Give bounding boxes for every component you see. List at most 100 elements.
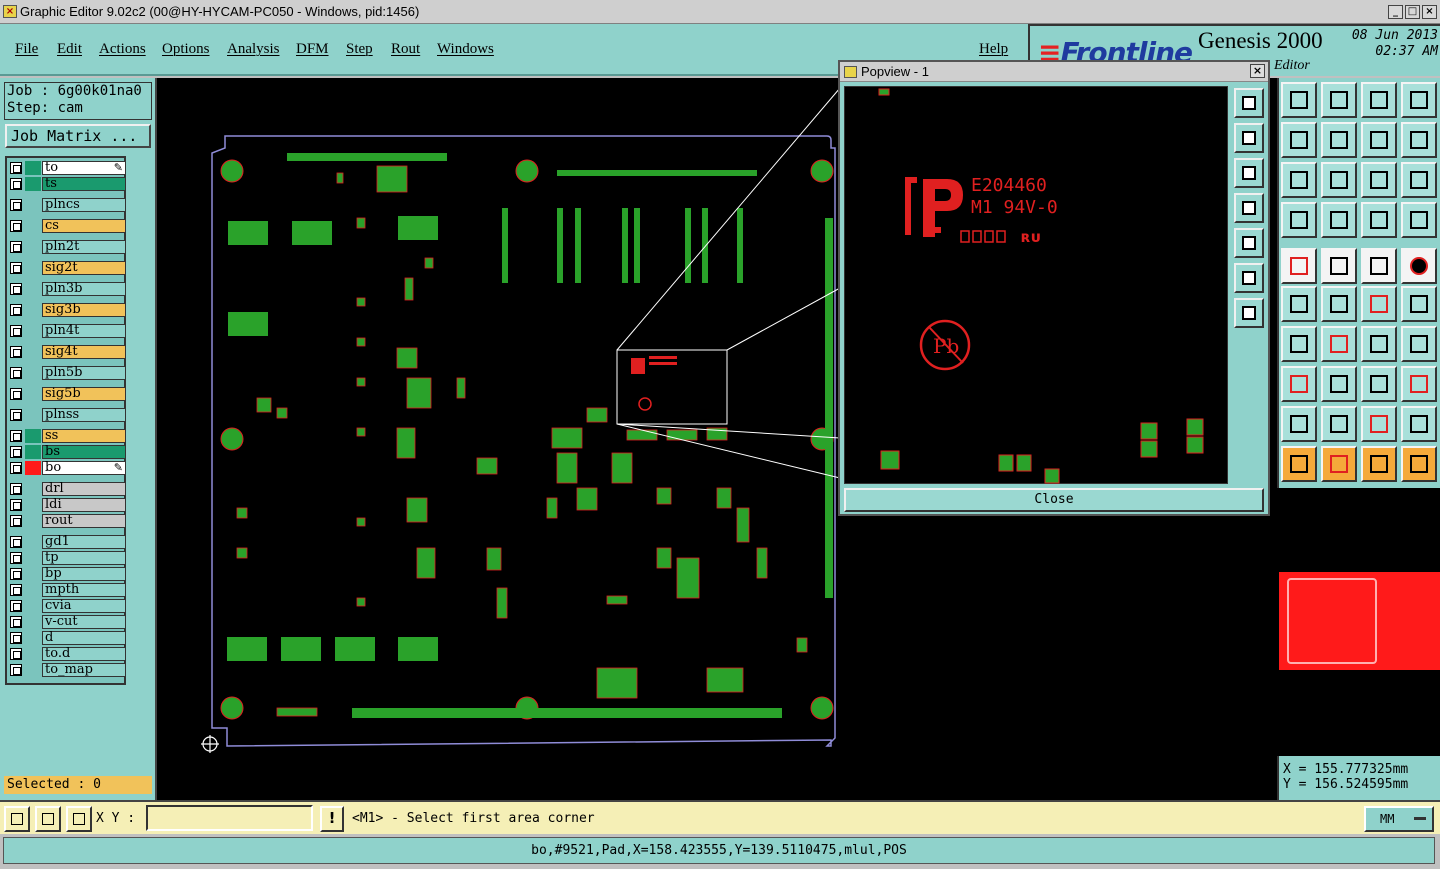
layer-row-ldi[interactable]: ldi [9, 498, 126, 512]
layer-color-swatch[interactable] [25, 461, 41, 475]
menu-edit[interactable]: Edit [57, 41, 82, 58]
scale-1-2-icon[interactable] [1361, 162, 1397, 198]
group-icon[interactable] [1401, 366, 1437, 402]
zoom-out-icon[interactable] [1234, 158, 1264, 188]
layer-row-pln2t[interactable]: pln2t [9, 240, 126, 254]
fit-icon[interactable] [1234, 263, 1264, 293]
layer-color-swatch[interactable] [25, 177, 41, 191]
line-icon[interactable] [1321, 248, 1357, 284]
menu-help[interactable]: Help [979, 41, 1008, 58]
layer-name[interactable]: sig2t [42, 261, 126, 275]
menu-rout[interactable]: Rout [391, 41, 420, 58]
redraw-icon[interactable] [1401, 122, 1437, 158]
select-arrow-icon[interactable] [1281, 446, 1317, 482]
polygon-side-icon[interactable] [1401, 406, 1437, 442]
layer-checkbox[interactable] [10, 430, 22, 442]
diagonal-icon[interactable] [1321, 326, 1357, 362]
layer-checkbox[interactable] [10, 600, 22, 612]
pan-right-icon[interactable] [1234, 228, 1264, 258]
layer-checkbox[interactable] [10, 162, 22, 174]
units-select[interactable]: MM [1364, 806, 1434, 832]
layer-row-pln5b[interactable]: pln5b [9, 366, 126, 380]
layer-display-icon[interactable] [1361, 202, 1397, 238]
layer-row-d[interactable]: d [9, 631, 126, 645]
layer-name[interactable]: sig3b [42, 303, 126, 317]
layer-edit-icon[interactable] [1401, 202, 1437, 238]
menu-file[interactable]: File [15, 41, 38, 58]
pan-right-icon[interactable] [1321, 122, 1357, 158]
measure-icon[interactable] [1281, 202, 1317, 238]
minimize-button[interactable]: _ [1388, 5, 1403, 19]
layer-checkbox[interactable] [10, 304, 22, 316]
layer-name[interactable]: plncs [42, 198, 126, 212]
layer-name[interactable]: to_map [42, 663, 126, 677]
pan-left-icon[interactable] [1234, 193, 1264, 223]
layer-checkbox[interactable] [10, 664, 22, 676]
layer-row-tp[interactable]: tp [9, 551, 126, 565]
layer-checkbox[interactable] [10, 388, 22, 400]
layer-name[interactable]: sig5b [42, 387, 126, 401]
layer-row-v-cut[interactable]: v-cut [9, 615, 126, 629]
layer-name[interactable]: pln4t [42, 324, 126, 338]
layer-row-sig5b[interactable]: sig5b [9, 387, 126, 401]
layer-name[interactable]: rout [42, 514, 126, 528]
layer-checkbox[interactable] [10, 616, 22, 628]
layer-row-plncs[interactable]: plncs [9, 198, 126, 212]
layer-checkbox[interactable] [10, 178, 22, 190]
layer-name[interactable]: to ✎ [42, 161, 126, 175]
menu-step[interactable]: Step [346, 41, 373, 58]
layer-row-bp[interactable]: bp [9, 567, 126, 581]
layer-checkbox[interactable] [10, 632, 22, 644]
home-view-icon[interactable] [1281, 82, 1317, 118]
grid-icon[interactable] [66, 806, 92, 832]
center-icon[interactable] [1234, 298, 1264, 328]
layer-name[interactable]: pln5b [42, 366, 126, 380]
layer-checkbox[interactable] [10, 346, 22, 358]
layer-name[interactable]: bs [42, 445, 126, 459]
menu-actions[interactable]: Actions [99, 41, 146, 58]
layer-row-cvia[interactable]: cvia [9, 599, 126, 613]
layer-checkbox[interactable] [10, 409, 22, 421]
maximize-button[interactable]: □ [1405, 5, 1420, 19]
zoom-home-icon[interactable] [1234, 123, 1264, 153]
nodes-icon[interactable] [1281, 286, 1317, 322]
menu-options[interactable]: Options [162, 41, 210, 58]
window-icon[interactable] [1401, 82, 1437, 118]
overview-viewport[interactable] [1287, 578, 1377, 664]
snap-icon[interactable] [4, 806, 30, 832]
pad-icon[interactable] [1281, 248, 1317, 284]
rotate-icon[interactable] [1361, 326, 1397, 362]
layer-name[interactable]: cvia [42, 599, 126, 613]
layer-name[interactable]: mpth [42, 583, 126, 597]
layer-checkbox[interactable] [10, 241, 22, 253]
popview-close-icon[interactable]: × [1250, 64, 1265, 78]
select-box-icon[interactable] [1321, 446, 1357, 482]
circle-icon[interactable] [1401, 248, 1437, 284]
pan-left-icon[interactable] [1281, 122, 1317, 158]
alert-button[interactable]: ! [320, 806, 344, 832]
menu-dfm[interactable]: DFM [296, 41, 329, 58]
arc-icon[interactable] [1361, 286, 1397, 322]
polygon-arrow-icon[interactable] [1321, 406, 1357, 442]
grid-icon[interactable] [1321, 202, 1357, 238]
layer-checkbox[interactable] [10, 220, 22, 232]
arc-cw-icon[interactable] [1401, 286, 1437, 322]
polygon-up-icon[interactable] [1361, 406, 1397, 442]
measure-icon[interactable] [35, 806, 61, 832]
job-matrix-button[interactable]: Job Matrix ... [5, 124, 151, 148]
layer-row-drl[interactable]: drl [9, 482, 126, 496]
layer-color-swatch[interactable] [25, 445, 41, 459]
layer-checkbox[interactable] [10, 283, 22, 295]
angle-icon[interactable] [1281, 326, 1317, 362]
menu-analysis[interactable]: Analysis [227, 41, 280, 58]
layer-name[interactable]: d [42, 631, 126, 645]
layer-checkbox[interactable] [10, 499, 22, 511]
layer-row-bs[interactable]: bs [9, 445, 126, 459]
layer-name[interactable]: pln3b [42, 282, 126, 296]
layer-row-mpth[interactable]: mpth [9, 583, 126, 597]
menu-windows[interactable]: Windows [437, 41, 494, 58]
layer-checkbox[interactable] [10, 199, 22, 211]
layer-name[interactable]: ss [42, 429, 126, 443]
layer-row-pln3b[interactable]: pln3b [9, 282, 126, 296]
layer-row-ss[interactable]: ss [9, 429, 126, 443]
